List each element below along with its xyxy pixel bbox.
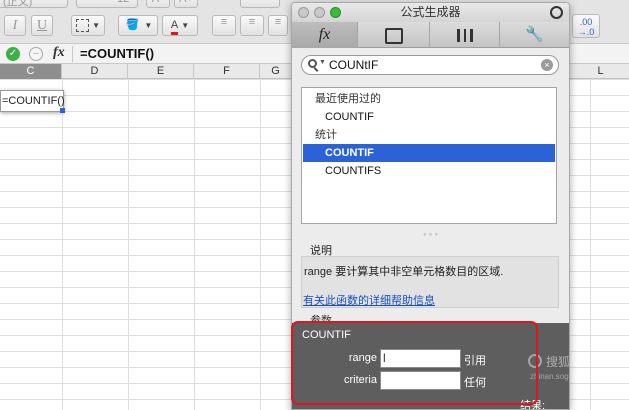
align-top-button[interactable] [240, 0, 280, 8]
increase-decimal-button[interactable]: .00 →.0 [572, 14, 600, 38]
align-center-button[interactable]: ≡ [240, 15, 264, 36]
gridline [260, 79, 261, 410]
minimize-window-button[interactable] [314, 7, 325, 18]
align-center-icon: ≡ [248, 16, 256, 28]
watermark-text: 搜狐问 [546, 355, 570, 369]
search-icon [308, 59, 317, 68]
builder-tabs: fx 🔧 [292, 22, 569, 48]
gridline [128, 79, 129, 410]
increase-font-icon: A^ [152, 0, 165, 5]
search-input[interactable]: COUNtIF [329, 58, 378, 72]
font-size-select[interactable]: 12 [76, 0, 138, 8]
wrench-icon: 🔧 [525, 26, 544, 43]
decrease-font-icon: A˅ [179, 0, 193, 5]
align-right-button[interactable]: ≡ [268, 15, 288, 36]
align-left-icon: ≡ [220, 16, 228, 28]
list-item[interactable]: COUNTIF [303, 108, 555, 126]
formula-input[interactable]: =COUNTIF() [80, 46, 154, 61]
chevron-down-icon: ▼ [92, 21, 100, 30]
column-header-d[interactable]: D [62, 64, 128, 79]
italic-button[interactable]: I [4, 15, 26, 36]
library-icon [456, 29, 473, 43]
function-search[interactable]: ▼ COUNtIF × [301, 55, 559, 75]
zoom-window-button[interactable] [330, 7, 341, 18]
close-window-button[interactable] [298, 7, 309, 18]
function-icon: fx [318, 26, 331, 43]
borders-button[interactable]: ▼ [71, 15, 105, 36]
list-item-selected[interactable]: COUNTIF [303, 144, 555, 162]
help-link[interactable]: 有关此函数的详细帮助信息 [303, 292, 435, 308]
fx-icon[interactable]: fx [53, 45, 65, 61]
tab-library[interactable] [430, 22, 500, 48]
notebook-icon [384, 27, 403, 44]
chevron-down-icon: ▼ [144, 21, 153, 30]
chevron-down-icon: ▼ [181, 21, 190, 30]
paint-bucket-icon: 🪣 [124, 16, 142, 35]
formula-divider [72, 46, 73, 62]
column-header-f[interactable]: F [194, 64, 260, 79]
resize-handle[interactable]: ◦ ◦ ◦ [292, 229, 569, 239]
settings-icon[interactable] [550, 6, 563, 19]
gridline [194, 79, 195, 410]
clear-search-icon[interactable]: × [541, 59, 553, 71]
underline-button[interactable]: U [31, 15, 53, 36]
gridline [590, 79, 591, 410]
active-cell-text: =COUNTIF() [2, 95, 65, 107]
tab-tools[interactable]: 🔧 [500, 22, 569, 48]
align-right-icon: ≡ [274, 16, 282, 28]
highlight-annotation [291, 321, 538, 405]
confirm-icon[interactable]: ✓ [6, 47, 20, 61]
search-icon-handle [313, 67, 319, 72]
column-header-e[interactable]: E [128, 64, 194, 79]
font-color-icon: A [170, 19, 179, 35]
borders-icon [76, 18, 89, 32]
gridline [62, 79, 63, 410]
column-header-l[interactable]: L [572, 64, 629, 79]
decrease-font-button[interactable]: A˅ [174, 0, 198, 8]
list-group-recent: 最近使用过的 [315, 93, 381, 105]
chevron-down-icon: ▼ [319, 59, 326, 66]
fill-handle[interactable] [60, 108, 65, 113]
function-list: 最近使用过的 COUNTIF 统计 COUNTIF COUNTIFS [301, 87, 557, 224]
align-left-button[interactable]: ≡ [212, 15, 236, 36]
font-color-button[interactable]: A ▼ [162, 15, 198, 36]
font-name-value: (正文) [3, 0, 33, 8]
tab-notebook[interactable] [358, 22, 430, 48]
list-item[interactable]: COUNTIFS [303, 162, 555, 180]
builder-title: 公式生成器 [400, 5, 461, 19]
builder-titlebar: 公式生成器 [292, 3, 569, 22]
description-text: range 要计算其中非空单元格数目的区域. [304, 266, 504, 278]
cancel-icon[interactable]: – [29, 47, 43, 61]
increase-font-button[interactable]: A^ [146, 0, 170, 8]
fill-color-button[interactable]: 🪣 ▼ [118, 15, 158, 36]
column-header-c[interactable]: C [0, 64, 62, 79]
font-size-value: 12 [117, 0, 129, 5]
column-header-g[interactable]: G [260, 64, 292, 79]
list-group-statistics: 统计 [315, 129, 337, 141]
font-name-select[interactable]: (正文) [0, 0, 68, 8]
tab-function[interactable]: fx [292, 22, 358, 48]
active-cell[interactable]: =COUNTIF() [0, 90, 65, 113]
